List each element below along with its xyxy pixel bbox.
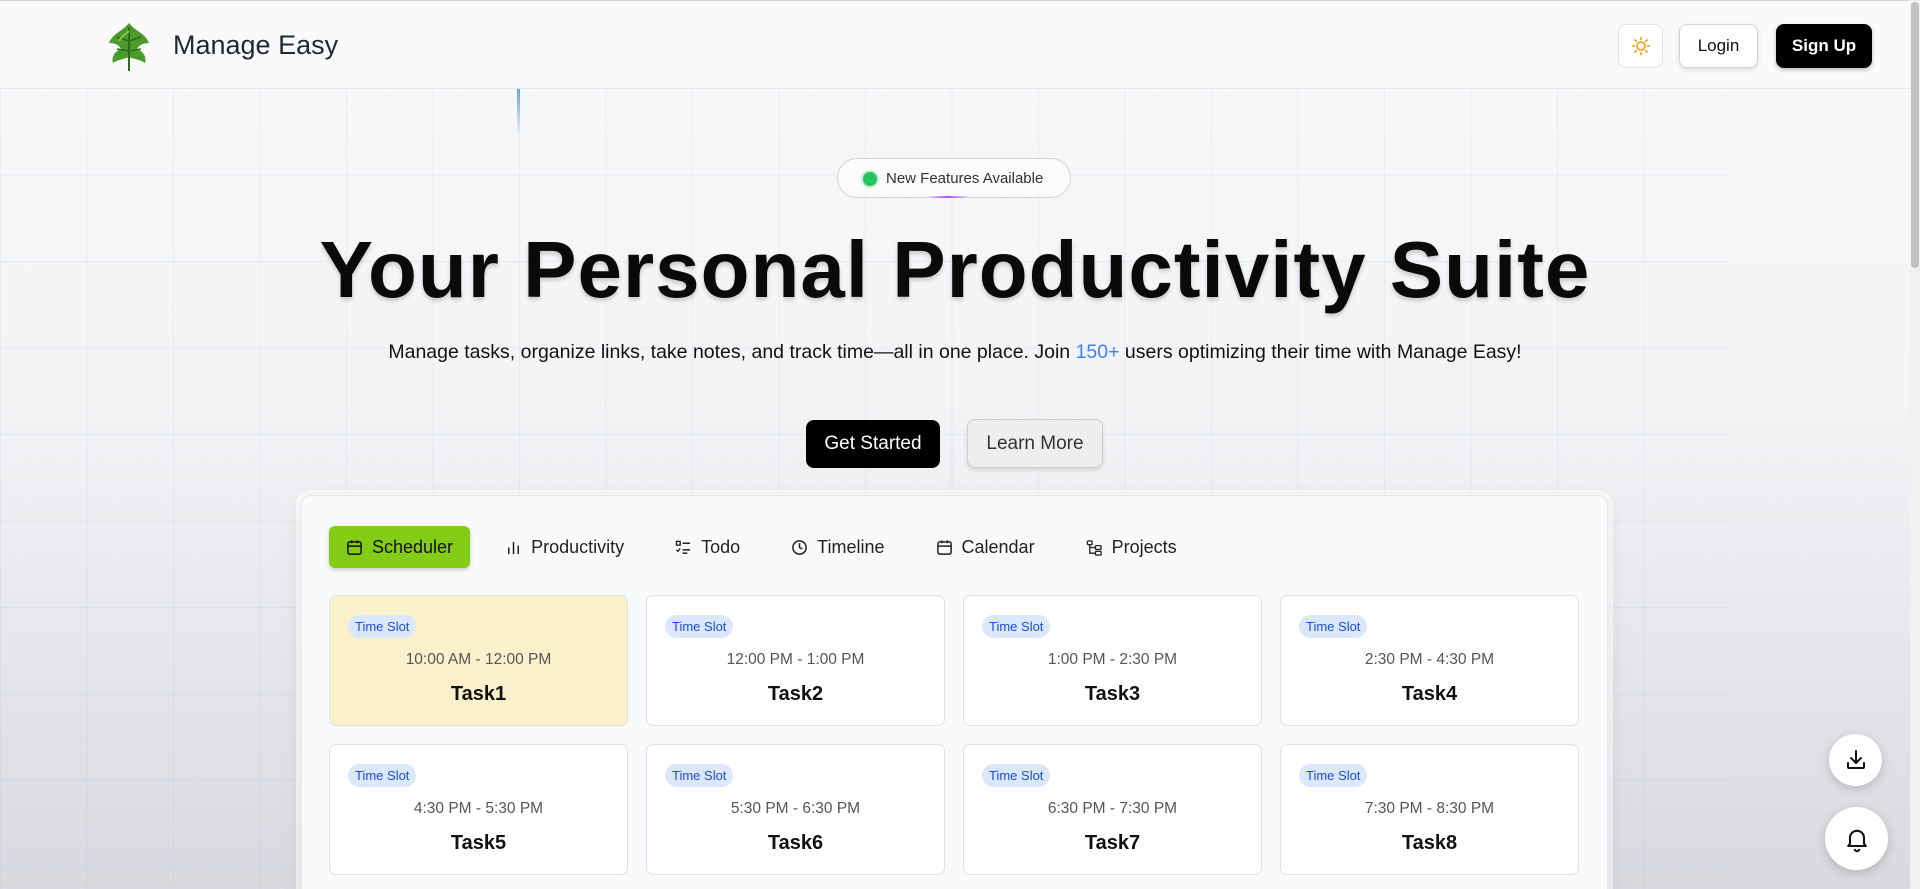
site-header: Manage Easy Login Sign Up bbox=[0, 1, 1910, 89]
leaf-logo-icon[interactable] bbox=[105, 21, 153, 73]
tab-todo[interactable]: Todo bbox=[659, 526, 756, 568]
scrollbar-thumb[interactable] bbox=[1911, 2, 1919, 268]
tab-scheduler[interactable]: Scheduler bbox=[329, 526, 471, 568]
tab-label: Scheduler bbox=[372, 536, 454, 557]
task-time: 1:00 PM - 2:30 PM bbox=[1047, 651, 1178, 668]
subtitle-text-end: users optimizing their time with Manage … bbox=[1119, 341, 1522, 363]
time-slot-badge: Time Slot bbox=[982, 764, 1051, 787]
task-card[interactable]: Time Slot 12:00 PM - 1:00 PM Task2 bbox=[646, 595, 945, 726]
task-name: Task2 bbox=[767, 683, 824, 705]
download-button[interactable] bbox=[1829, 734, 1882, 786]
task-card[interactable]: Time Slot 10:00 AM - 12:00 PM Task1 bbox=[329, 595, 628, 726]
time-slot-badge: Time Slot bbox=[348, 764, 417, 787]
task-time: 5:30 PM - 6:30 PM bbox=[730, 800, 861, 817]
scheduler-grid: Time Slot 10:00 AM - 12:00 PM Task1 Time… bbox=[329, 595, 1579, 875]
tab-productivity[interactable]: Productivity bbox=[489, 526, 640, 568]
tab-projects[interactable]: Projects bbox=[1070, 526, 1193, 568]
download-icon bbox=[1846, 750, 1865, 769]
task-name: Task3 bbox=[1084, 683, 1141, 705]
notifications-button[interactable] bbox=[1825, 807, 1888, 870]
new-features-badge[interactable]: New Features Available bbox=[837, 158, 1071, 198]
list-check-icon bbox=[675, 540, 691, 554]
calendar-icon bbox=[347, 539, 362, 555]
task-card[interactable]: Time Slot 2:30 PM - 4:30 PM Task4 bbox=[1280, 595, 1579, 726]
sun-icon bbox=[1631, 36, 1650, 56]
task-card[interactable]: Time Slot 6:30 PM - 7:30 PM Task7 bbox=[963, 744, 1262, 875]
task-name: Task8 bbox=[1401, 832, 1458, 854]
decorative-glow bbox=[517, 88, 520, 136]
task-time: 7:30 PM - 8:30 PM bbox=[1364, 800, 1495, 817]
tab-calendar[interactable]: Calendar bbox=[920, 526, 1051, 568]
task-card[interactable]: Time Slot 4:30 PM - 5:30 PM Task5 bbox=[329, 744, 628, 875]
folder-tree-icon bbox=[1086, 539, 1102, 556]
task-time: 4:30 PM - 5:30 PM bbox=[413, 800, 544, 817]
clock-icon bbox=[792, 539, 808, 555]
theme-toggle-button[interactable] bbox=[1618, 24, 1663, 68]
task-name: Task4 bbox=[1401, 683, 1458, 705]
bar-chart-icon bbox=[508, 541, 520, 554]
task-time: 12:00 PM - 1:00 PM bbox=[726, 651, 865, 668]
time-slot-badge: Time Slot bbox=[1299, 615, 1368, 638]
tab-label: Productivity bbox=[531, 536, 625, 557]
tab-timeline[interactable]: Timeline bbox=[775, 526, 900, 568]
hero-subtitle: Manage tasks, organize links, take notes… bbox=[0, 341, 1910, 364]
signup-button[interactable]: Sign Up bbox=[1776, 24, 1872, 68]
hero-title: Your Personal Productivity Suite bbox=[319, 225, 1591, 314]
get-started-button[interactable]: Get Started bbox=[806, 420, 940, 468]
time-slot-badge: Time Slot bbox=[982, 615, 1051, 638]
calendar-icon bbox=[936, 539, 952, 555]
task-card[interactable]: Time Slot 5:30 PM - 6:30 PM Task6 bbox=[646, 744, 945, 875]
task-name: Task1 bbox=[450, 683, 507, 705]
task-time: 2:30 PM - 4:30 PM bbox=[1364, 651, 1495, 668]
user-count: 150+ bbox=[1075, 341, 1120, 363]
login-button[interactable]: Login bbox=[1679, 24, 1758, 68]
task-name: Task6 bbox=[767, 832, 824, 854]
learn-more-button[interactable]: Learn More bbox=[967, 419, 1103, 468]
feature-tabs: Scheduler Productivity Todo Timeline Cal… bbox=[329, 526, 1212, 568]
badge-text: New Features Available bbox=[886, 170, 1044, 187]
tab-label: Projects bbox=[1111, 536, 1177, 557]
time-slot-badge: Time Slot bbox=[348, 615, 417, 638]
task-card[interactable]: Time Slot 1:00 PM - 2:30 PM Task3 bbox=[963, 595, 1262, 726]
task-name: Task7 bbox=[1084, 832, 1141, 854]
time-slot-badge: Time Slot bbox=[665, 764, 734, 787]
badge-underline bbox=[926, 196, 970, 198]
time-slot-badge: Time Slot bbox=[665, 615, 734, 638]
task-name: Task5 bbox=[450, 832, 507, 854]
tab-label: Calendar bbox=[961, 536, 1035, 557]
task-time: 10:00 AM - 12:00 PM bbox=[405, 651, 552, 668]
tab-label: Todo bbox=[701, 536, 741, 557]
app-name[interactable]: Manage Easy bbox=[173, 30, 338, 61]
task-time: 6:30 PM - 7:30 PM bbox=[1047, 800, 1178, 817]
tab-label: Timeline bbox=[817, 536, 885, 557]
time-slot-badge: Time Slot bbox=[1299, 764, 1368, 787]
bell-icon bbox=[1846, 829, 1867, 852]
task-card[interactable]: Time Slot 7:30 PM - 8:30 PM Task8 bbox=[1280, 744, 1579, 875]
subtitle-text: Manage tasks, organize links, take notes… bbox=[388, 341, 1076, 363]
status-dot bbox=[863, 172, 877, 186]
